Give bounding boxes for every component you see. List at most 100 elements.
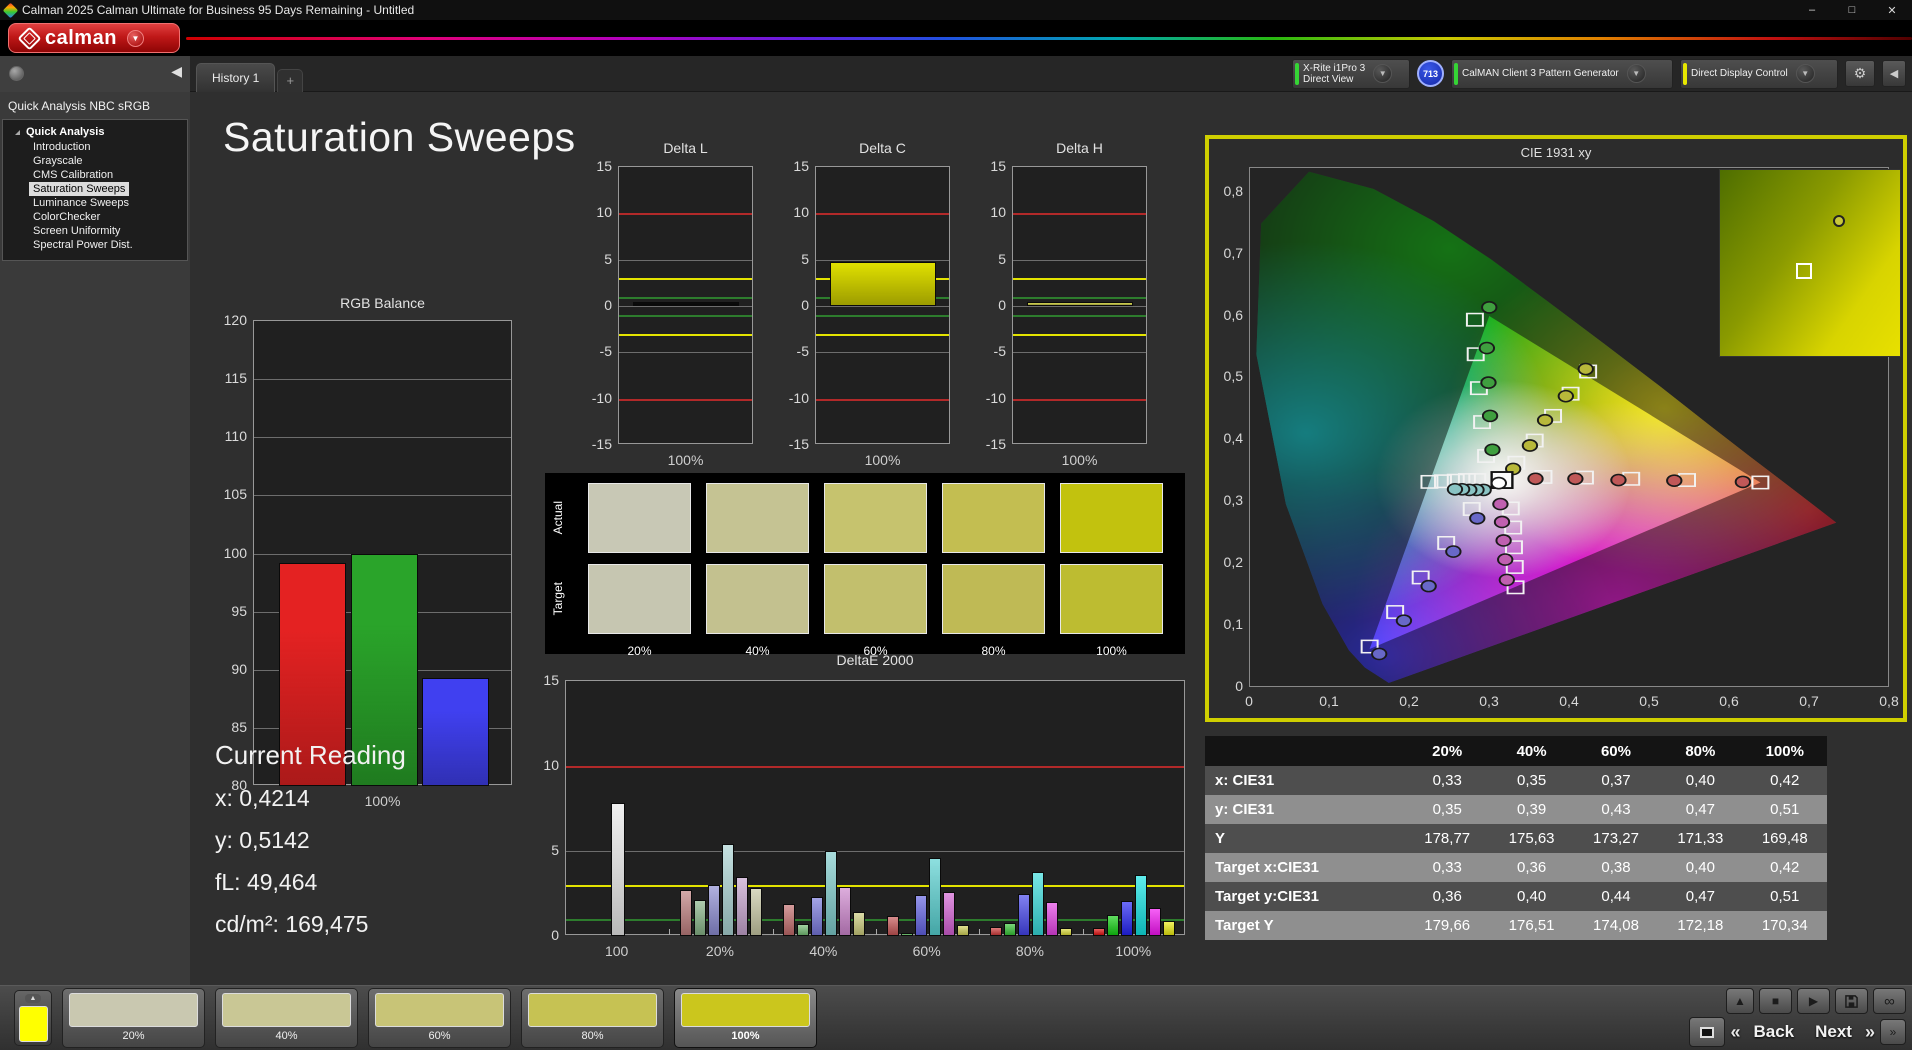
next-chevron-icon[interactable]: » xyxy=(1865,1022,1875,1043)
display-control-selector[interactable]: Direct Display Control ▼ xyxy=(1680,58,1838,89)
chart-title: DeltaE 2000 xyxy=(836,652,914,668)
close-button[interactable]: ✕ xyxy=(1872,0,1912,20)
cie-measured-green xyxy=(1481,301,1498,314)
table-cell: 0,42 xyxy=(1770,859,1800,876)
meter-dropdown-icon[interactable]: ▼ xyxy=(1373,64,1393,83)
workflow-title: Quick Analysis NBC sRGB xyxy=(8,99,151,113)
source-name: CalMAN Client 3 Pattern Generator xyxy=(1462,68,1619,79)
back-button[interactable]: Back xyxy=(1745,1022,1802,1042)
workflow-sidebar: Quick Analysis NBC sRGB Quick Analysis I… xyxy=(0,92,190,985)
reference-line xyxy=(619,278,752,281)
calman-menu-button[interactable]: calman ▼ xyxy=(8,23,180,53)
tree-root-quick-analysis[interactable]: Quick Analysis xyxy=(3,124,187,140)
plus-icon: + xyxy=(286,73,295,88)
tree-item-luminance-sweeps[interactable]: Luminance Sweeps xyxy=(29,196,133,210)
cie-measured-white xyxy=(1490,476,1507,490)
chart-plot xyxy=(815,166,950,444)
pattern-swatch-100%[interactable]: 100% xyxy=(674,988,817,1048)
tree-item-colorchecker[interactable]: ColorChecker xyxy=(29,210,104,224)
deltae-bar xyxy=(1060,928,1072,936)
table-cell: 0,37 xyxy=(1601,772,1631,789)
layout-expand-button[interactable]: » xyxy=(1880,1019,1906,1045)
sidebar-collapse-icon[interactable]: ◀ xyxy=(171,63,182,80)
tree-item-grayscale[interactable]: Grayscale xyxy=(29,154,87,168)
maximize-button[interactable]: □ xyxy=(1832,0,1872,20)
cie-xtick: 0,6 xyxy=(1719,693,1739,709)
pattern-window-button[interactable] xyxy=(1689,1017,1726,1047)
gear-icon: ⚙ xyxy=(1853,65,1867,81)
tree-item-introduction[interactable]: Introduction xyxy=(29,140,94,154)
reference-line xyxy=(619,333,752,336)
tab-history-label: History 1 xyxy=(212,70,260,85)
table-cell: 0,33 xyxy=(1432,772,1462,789)
table-cell: 178,77 xyxy=(1424,830,1471,847)
table-cell: 173,27 xyxy=(1593,830,1639,847)
minimize-button[interactable]: – xyxy=(1792,0,1832,20)
pattern-swatch-color xyxy=(222,993,351,1027)
workflow-tree: Quick Analysis Introduction Grayscale CMS … xyxy=(2,119,188,261)
cie-measured-magenta xyxy=(1493,515,1511,529)
display-dropdown-icon[interactable]: ▼ xyxy=(1795,64,1815,83)
cie-measured-cyan xyxy=(1446,482,1464,496)
swatch-row-label: Actual xyxy=(551,501,565,535)
stop-icon: ■ xyxy=(1771,994,1780,1008)
continuous-measure-button[interactable]: ∞ xyxy=(1873,988,1906,1014)
save-icon xyxy=(1845,994,1858,1008)
tree-item-spectral-power-dist-[interactable]: Spectral Power Dist. xyxy=(29,238,137,252)
pattern-window-up-button[interactable]: ▲ xyxy=(1726,988,1754,1014)
table-row: Target y:CIE31 0,36 0,40 0,44 0,47 0,51 xyxy=(1205,882,1827,911)
deltae-bar xyxy=(722,844,734,936)
calman-logo-icon xyxy=(17,25,42,51)
cie-measured-red xyxy=(1734,475,1752,489)
back-chevron-icon[interactable]: « xyxy=(1730,1022,1740,1043)
table-row: Target x:CIE31 0,33 0,36 0,38 0,40 0,42 xyxy=(1205,853,1827,882)
pattern-swatch-40%[interactable]: 40% xyxy=(215,988,358,1048)
reference-line xyxy=(619,296,752,299)
tree-item-saturation-sweeps[interactable]: Saturation Sweeps xyxy=(29,182,130,196)
pattern-swatch-20%[interactable]: 20% xyxy=(62,988,205,1048)
cie-measured-magenta xyxy=(1492,497,1509,511)
next-button[interactable]: Next xyxy=(1807,1022,1860,1042)
add-tab-button[interactable]: + xyxy=(277,68,304,92)
current-pattern-button[interactable]: ▲ xyxy=(14,990,52,1046)
settings-button[interactable]: ⚙ xyxy=(1845,60,1875,87)
source-dropdown-icon[interactable]: ▼ xyxy=(1626,64,1646,83)
deltae-bar xyxy=(886,915,899,936)
pattern-swatch-80%[interactable]: 80% xyxy=(521,988,664,1048)
table-row-label: Target y:CIE31 xyxy=(1215,888,1319,905)
workflow-status-dot[interactable] xyxy=(9,65,24,81)
table-row: Y 178,77 175,63 173,27 171,33 169,48 xyxy=(1205,824,1827,853)
play-button[interactable]: ▶ xyxy=(1797,988,1830,1014)
cie-1931-panel[interactable]: CIE 1931 xy 0 0,1 0,2 0,3 0,4 0,5 0,6 0,7 0,8 0 0,… xyxy=(1205,135,1907,722)
double-chevron-icon: » xyxy=(1889,1025,1897,1039)
tree-item-screen-uniformity[interactable]: Screen Uniformity xyxy=(29,224,124,238)
nav-row: ◀ History 1 + X-Rite i1Pro 3 Direct View… xyxy=(0,55,1912,92)
source-selector[interactable]: CalMAN Client 3 Pattern Generator ▼ xyxy=(1451,58,1673,89)
stop-button[interactable]: ■ xyxy=(1759,988,1792,1014)
window-titlebar: Calman 2025 Calman Ultimate for Business… xyxy=(0,0,1912,20)
cie-measured-blue xyxy=(1469,511,1486,525)
current-reading-fl: fL: 49,464 xyxy=(215,869,318,895)
table-cell: 174,08 xyxy=(1593,917,1639,934)
panel-collapse-button[interactable]: ◀ xyxy=(1882,60,1906,87)
reference-line xyxy=(619,213,752,216)
cie-measured-yellow xyxy=(1557,389,1574,403)
meter-selector[interactable]: X-Rite i1Pro 3 Direct View ▼ xyxy=(1292,58,1410,89)
deltae-bar xyxy=(1135,874,1148,936)
cie-measured-red xyxy=(1527,472,1544,486)
cie-measured-red xyxy=(1567,472,1584,486)
cie-ytick: 0,5 xyxy=(1223,368,1243,384)
play-icon: ▶ xyxy=(1808,994,1819,1008)
pattern-popup-icon[interactable]: ▲ xyxy=(25,994,41,1003)
tree-expander-icon[interactable] xyxy=(15,129,20,135)
table-row-label: Y xyxy=(1215,830,1226,847)
table-header-cell: 60% xyxy=(1573,736,1659,766)
pattern-swatch-60%[interactable]: 60% xyxy=(368,988,511,1048)
reference-line xyxy=(816,333,949,336)
save-button[interactable] xyxy=(1835,988,1868,1014)
chevron-down-icon[interactable]: ▼ xyxy=(126,29,144,47)
tree-item-cms-calibration[interactable]: CMS Calibration xyxy=(29,168,117,182)
deltae-bar xyxy=(853,912,866,936)
meter-id-badge[interactable]: 713 xyxy=(1417,60,1444,87)
tab-history-1[interactable]: History 1 xyxy=(196,62,276,92)
